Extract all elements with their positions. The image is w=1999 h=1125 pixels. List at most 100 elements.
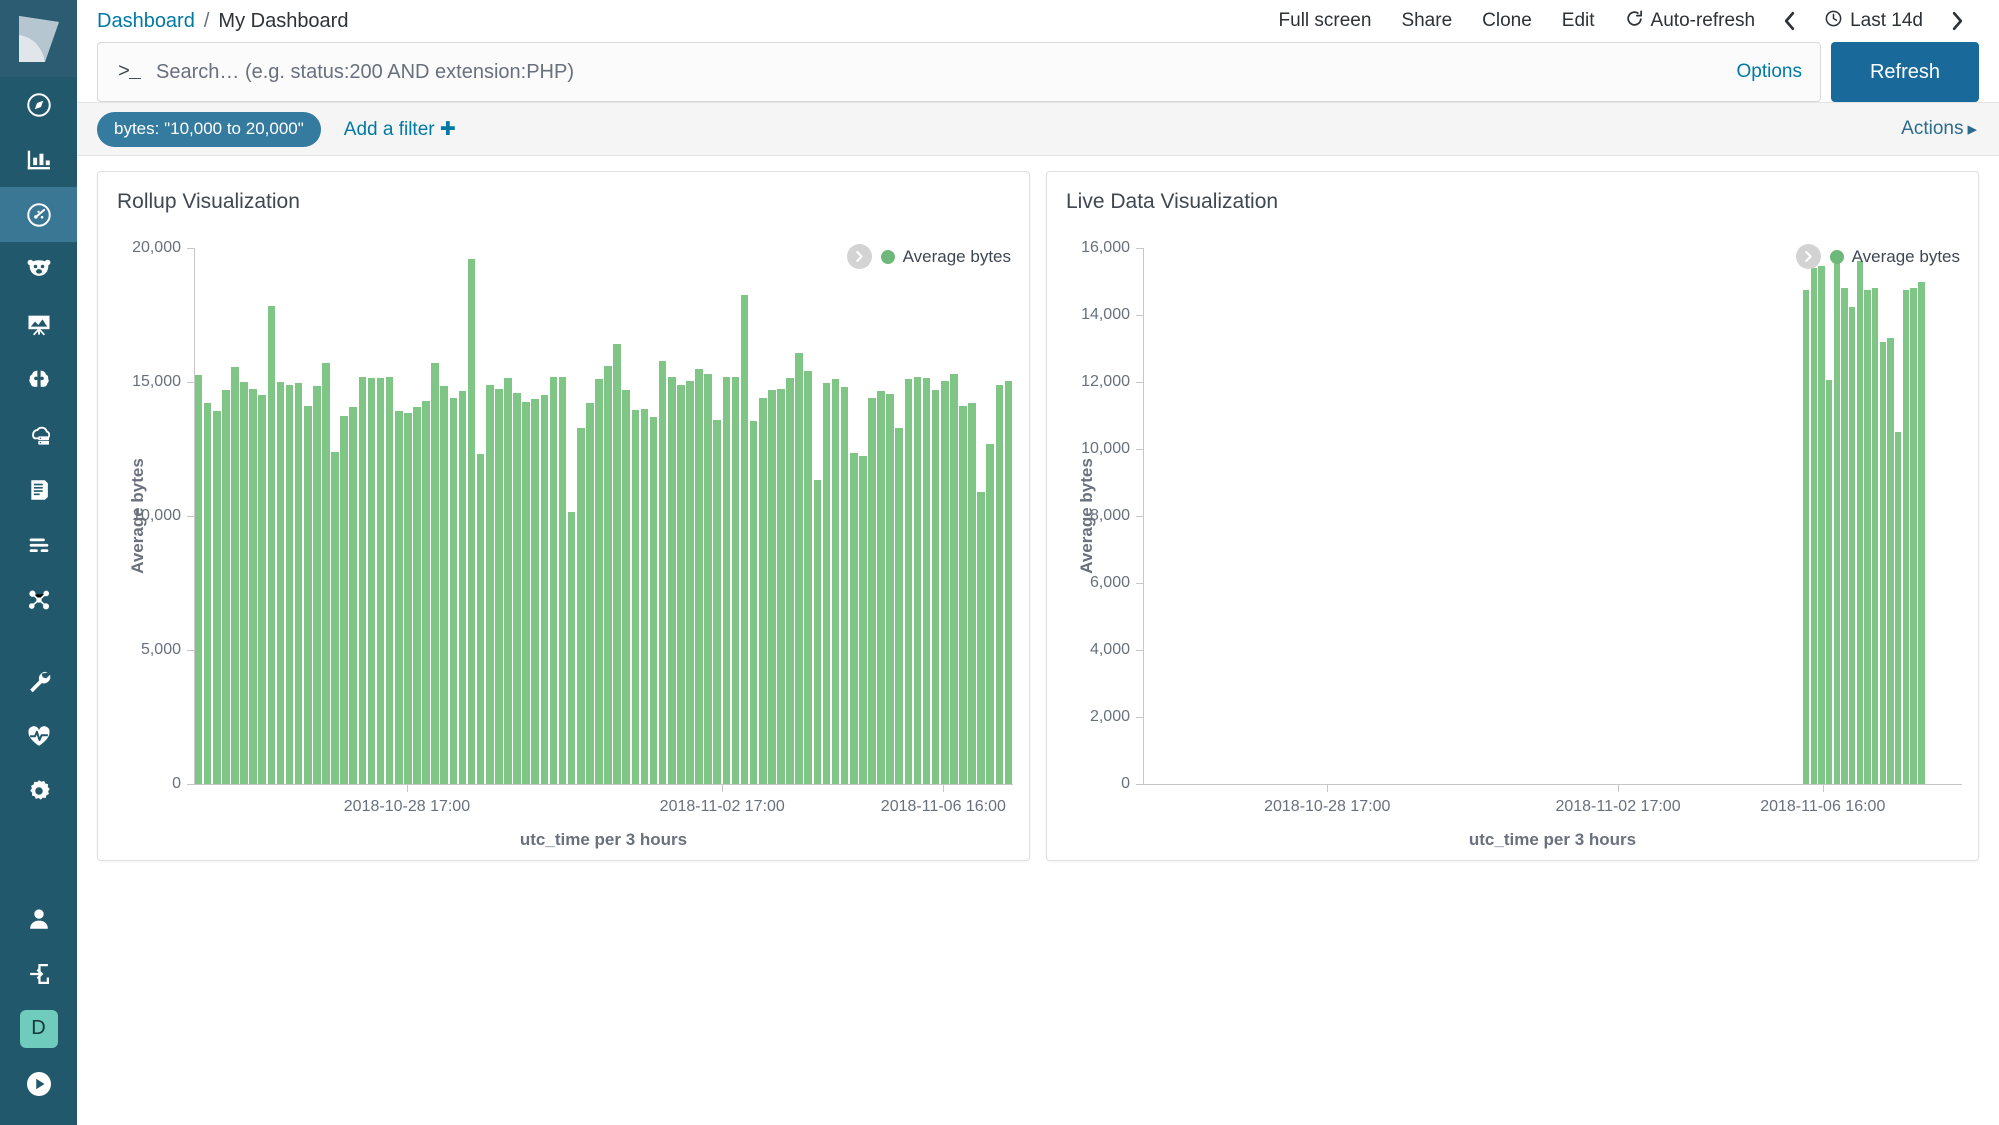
legend-item[interactable]: Average bytes bbox=[881, 247, 1011, 267]
chart-bar[interactable] bbox=[440, 386, 448, 784]
chart-bar[interactable] bbox=[1887, 338, 1893, 784]
chart-bar[interactable] bbox=[1872, 288, 1878, 784]
chart-bar[interactable] bbox=[395, 411, 403, 784]
kibana-logo[interactable] bbox=[0, 0, 77, 77]
chart-bar[interactable] bbox=[713, 420, 721, 784]
chart-bar[interactable] bbox=[1811, 268, 1817, 784]
time-next-button[interactable] bbox=[1938, 11, 1977, 31]
chart-bar[interactable] bbox=[695, 369, 703, 784]
chart-bar[interactable] bbox=[522, 402, 530, 784]
sidebar-item-apm[interactable] bbox=[0, 517, 77, 572]
chart-bar[interactable] bbox=[732, 377, 740, 784]
chart-bar[interactable] bbox=[386, 377, 394, 784]
chart-bar[interactable] bbox=[1910, 288, 1916, 784]
chart-bar[interactable] bbox=[568, 512, 576, 784]
chart-bar[interactable] bbox=[1895, 432, 1901, 784]
chart-bar[interactable] bbox=[868, 398, 876, 784]
chart-bar[interactable] bbox=[814, 480, 822, 784]
actions-menu-button[interactable]: Actions ▸ bbox=[1901, 118, 1977, 141]
chart-bar[interactable] bbox=[595, 379, 603, 784]
search-input[interactable] bbox=[156, 61, 1737, 84]
sidebar-item-infrastructure[interactable] bbox=[0, 407, 77, 462]
chart-bar[interactable] bbox=[331, 452, 339, 784]
chart-bar[interactable] bbox=[759, 398, 767, 784]
chart-bar[interactable] bbox=[741, 295, 749, 784]
legend-expand-icon[interactable] bbox=[847, 244, 872, 269]
chart-bar[interactable] bbox=[559, 377, 567, 784]
chart-bar[interactable] bbox=[786, 378, 794, 784]
chart-bar[interactable] bbox=[459, 391, 467, 784]
chart-bar[interactable] bbox=[495, 389, 503, 784]
chart-bar[interactable] bbox=[377, 378, 385, 784]
chart-bar[interactable] bbox=[850, 453, 858, 784]
chart-bar[interactable] bbox=[723, 377, 731, 784]
chart-bar[interactable] bbox=[677, 385, 685, 784]
chart-bar[interactable] bbox=[268, 306, 276, 784]
chart-bar[interactable] bbox=[686, 381, 694, 784]
legend-expand-icon[interactable] bbox=[1796, 244, 1821, 269]
chart-bar[interactable] bbox=[368, 378, 376, 784]
chart-bar[interactable] bbox=[968, 403, 976, 784]
chart-bar[interactable] bbox=[704, 374, 712, 784]
time-range-button[interactable]: Last 14d bbox=[1809, 9, 1938, 34]
chart-container-1[interactable]: 02,0004,0006,0008,00010,00012,00014,0001… bbox=[1047, 214, 1978, 860]
chart-bar[interactable] bbox=[486, 385, 494, 784]
chart-bar[interactable] bbox=[1841, 288, 1847, 784]
chart-bar[interactable] bbox=[1903, 290, 1909, 784]
chart-bar[interactable] bbox=[541, 395, 549, 784]
chart-bar[interactable] bbox=[832, 379, 840, 784]
chart-bar[interactable] bbox=[1826, 380, 1832, 784]
sidebar-item-management[interactable] bbox=[0, 763, 77, 818]
chart-bar[interactable] bbox=[295, 383, 303, 784]
chart-bar[interactable] bbox=[932, 390, 940, 784]
breadcrumb-dashboard-link[interactable]: Dashboard bbox=[97, 10, 195, 33]
chart-bar[interactable] bbox=[513, 393, 521, 784]
chart-container-0[interactable]: 05,00010,00015,00020,0002018-10-28 17:00… bbox=[98, 214, 1029, 860]
chart-bar[interactable] bbox=[613, 344, 621, 784]
chart-bar[interactable] bbox=[622, 390, 630, 784]
chart-bar[interactable] bbox=[349, 407, 357, 784]
clone-button[interactable]: Clone bbox=[1467, 10, 1547, 32]
chart-bar[interactable] bbox=[895, 428, 903, 784]
chart-bar[interactable] bbox=[1849, 307, 1855, 784]
chart-bar[interactable] bbox=[286, 385, 294, 784]
sidebar-item-logout[interactable] bbox=[0, 946, 77, 1001]
chart-bar[interactable] bbox=[240, 382, 248, 784]
chart-bar[interactable] bbox=[304, 406, 312, 784]
chart-bar[interactable] bbox=[1834, 260, 1840, 784]
add-filter-button[interactable]: Add a filter ✚ bbox=[344, 118, 456, 141]
chart-bar[interactable] bbox=[659, 361, 667, 784]
sidebar-item-machine-learning[interactable] bbox=[0, 352, 77, 407]
chart-bar[interactable] bbox=[923, 378, 931, 784]
chart-bar[interactable] bbox=[941, 381, 949, 784]
chart-bar[interactable] bbox=[996, 385, 1004, 784]
chart-bar[interactable] bbox=[986, 444, 994, 784]
query-options-button[interactable]: Options bbox=[1737, 61, 1802, 83]
chart-bar[interactable] bbox=[195, 375, 203, 784]
chart-bar[interactable] bbox=[204, 403, 212, 784]
chart-bar[interactable] bbox=[422, 401, 430, 784]
chart-bar[interactable] bbox=[340, 416, 348, 785]
chart-bar[interactable] bbox=[231, 367, 239, 784]
chart-bar[interactable] bbox=[859, 456, 867, 784]
chart-bar[interactable] bbox=[641, 409, 649, 784]
chart-bar[interactable] bbox=[359, 377, 367, 784]
query-bar[interactable]: >_ Options bbox=[97, 42, 1821, 102]
chart-bar[interactable] bbox=[450, 398, 458, 784]
chart-bar[interactable] bbox=[313, 386, 321, 784]
chart-bar[interactable] bbox=[1864, 290, 1870, 784]
edit-button[interactable]: Edit bbox=[1547, 10, 1610, 32]
chart-bar[interactable] bbox=[413, 407, 421, 784]
chart-bar[interactable] bbox=[750, 421, 758, 784]
chart-bar[interactable] bbox=[777, 389, 785, 784]
auto-refresh-button[interactable]: Auto-refresh bbox=[1610, 9, 1771, 34]
chart-bar[interactable] bbox=[886, 394, 894, 784]
chart-bar[interactable] bbox=[650, 417, 658, 784]
chart-bar[interactable] bbox=[277, 382, 285, 784]
chart-bar[interactable] bbox=[586, 403, 594, 784]
chart-bar[interactable] bbox=[841, 387, 849, 784]
chart-bar[interactable] bbox=[550, 377, 558, 784]
chart-bar[interactable] bbox=[632, 410, 640, 784]
chart-bar[interactable] bbox=[795, 353, 803, 784]
chart-bar[interactable] bbox=[905, 379, 913, 784]
